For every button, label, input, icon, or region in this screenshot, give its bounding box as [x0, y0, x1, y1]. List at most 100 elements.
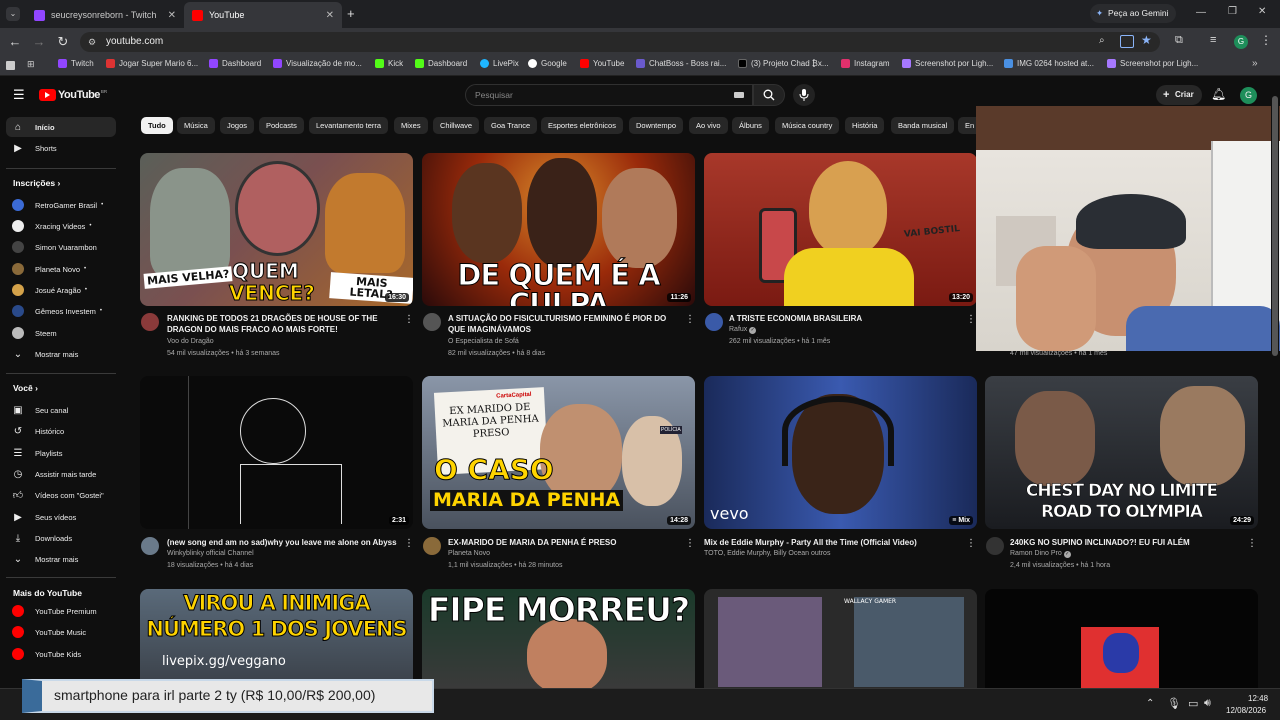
zoom-icon[interactable]: ⌕ [1099, 35, 1105, 46]
chip[interactable]: Jogos [220, 117, 255, 134]
close-icon[interactable]: ✕ [326, 10, 334, 21]
channel-avatar[interactable] [423, 537, 441, 555]
cast-icon[interactable] [1120, 35, 1134, 48]
channel-avatar[interactable] [423, 313, 441, 331]
bookmark-item[interactable]: Google [528, 59, 567, 68]
clock-time[interactable]: 12:48 [1248, 694, 1268, 703]
chip[interactable]: Tudo [141, 117, 173, 134]
channel-name[interactable]: Rafux ✓ [729, 326, 757, 334]
sidebar-item-watch-later[interactable]: ◷ Assistir mais tarde [6, 464, 116, 484]
video-thumbnail[interactable]: VAI BOSTIL 13:20 [704, 153, 977, 306]
you-header[interactable]: Você › [13, 383, 38, 393]
channel-avatar[interactable] [705, 313, 723, 331]
sidebar-item-subscription[interactable]: Xracing Videos • [6, 216, 116, 236]
sidebar-item-shorts[interactable]: ▶ Shorts [6, 138, 116, 158]
sidebar-item-playlists[interactable]: ☰ Playlists [6, 443, 116, 463]
sidebar-item-subscription[interactable]: Josué Aragão • [6, 280, 116, 300]
video-title[interactable]: RANKING DE TODOS 21 DRAGÕES DE HOUSE OF … [167, 313, 402, 335]
more-actions-icon[interactable]: ⋮ [1247, 538, 1257, 549]
page-scrollbar[interactable] [1271, 82, 1279, 686]
volume-icon[interactable]: 🔊︎ [1204, 697, 1211, 710]
back-icon[interactable]: ← [6, 33, 24, 51]
video-thumbnail[interactable]: DE QUEM É A CULPA 11:26 [422, 153, 695, 306]
channel-name[interactable]: TOTO, Eddie Murphy, Billy Ocean outros [704, 550, 830, 557]
system-tray-chevron-icon[interactable]: ⌃ [1146, 698, 1154, 709]
chip[interactable]: Mixes [394, 117, 428, 134]
sidebar-item-history[interactable]: ↺ Histórico [6, 421, 116, 441]
channel-name[interactable]: Voo do Dragão [167, 338, 214, 345]
menu-icon[interactable]: ⋮ [1260, 33, 1272, 47]
scrollbar-thumb[interactable] [1272, 96, 1278, 356]
video-thumbnail[interactable]: FIPE MORREU? [422, 589, 695, 688]
video-thumbnail[interactable]: CartaCapital EX MARIDO DE MARIA DA PENHA… [422, 376, 695, 529]
bookmark-item[interactable]: IMG 0264 hosted at... [1004, 59, 1094, 68]
sidebar-item-your-videos[interactable]: ▶ Seus vídeos [6, 507, 116, 527]
bookmark-item[interactable]: Screenshot por Ligh... [1107, 59, 1198, 68]
chip[interactable]: Podcasts [259, 117, 304, 134]
gemini-button[interactable]: ✦ Peça ao Gemini [1090, 4, 1177, 23]
chip[interactable]: Banda musical [891, 117, 955, 134]
url-field[interactable]: ⚙ youtube.com [80, 32, 1160, 52]
video-thumbnail[interactable]: CHEST DAY NO LIMITE ROAD TO OLYMPIA 24:2… [985, 376, 1258, 529]
sidebar-item-yt-music[interactable]: YouTube Music [6, 622, 116, 642]
more-actions-icon[interactable]: ⋮ [685, 314, 695, 325]
sidebar-item-subscription[interactable]: RetroGamer Brasil • [6, 195, 116, 215]
sidebar-item-your-channel[interactable]: ▣ Seu canal [6, 400, 116, 420]
video-title[interactable]: 240KG NO SUPINO INCLINADO?! EU FUI ALÉM [1010, 537, 1245, 548]
account-avatar[interactable]: G [1240, 87, 1257, 104]
tab-youtube[interactable]: YouTube ✕ [184, 2, 342, 28]
chip[interactable]: Chillwave [433, 117, 480, 134]
video-thumbnail[interactable]: WALLACY GAMER [704, 589, 977, 688]
channel-name[interactable]: O Especialista de Sofá [448, 338, 519, 345]
bookmark-item[interactable]: ChatBoss - Boss rai... [636, 59, 726, 68]
voice-search-button[interactable] [793, 84, 815, 106]
search-input[interactable]: Pesquisar [465, 84, 753, 106]
clock-date[interactable]: 12/08/2026 [1226, 706, 1266, 715]
chip[interactable]: Música country [775, 117, 840, 134]
bookmark-item[interactable]: Dashboard [415, 59, 467, 68]
extensions-icon[interactable]: ⧉ [1175, 34, 1183, 47]
more-actions-icon[interactable]: ⋮ [966, 314, 976, 325]
chip[interactable]: Levantamento terra [309, 117, 389, 134]
video-thumbnail[interactable] [985, 589, 1258, 688]
profile-avatar[interactable]: G [1234, 35, 1248, 49]
reload-icon[interactable]: ↻ [54, 33, 72, 51]
sidepanel-icon[interactable] [6, 61, 15, 70]
video-thumbnail[interactable]: MAIS VELHA? QUEM VENCE? MAIS LETAL? 16:3… [140, 153, 413, 306]
bookmark-item[interactable]: LivePix [480, 59, 519, 68]
bookmark-star-icon[interactable]: ★ [1141, 33, 1152, 47]
chip[interactable]: Música [177, 117, 215, 134]
bookmark-item[interactable]: Twitch [58, 59, 94, 68]
forward-icon[interactable]: → [30, 33, 48, 51]
sidebar-show-more[interactable]: ⌄ Mostrar mais [6, 344, 116, 364]
chip[interactable]: Álbuns [732, 117, 769, 134]
chip[interactable]: Downtempo [629, 117, 684, 134]
bookmark-item[interactable]: Dashboard [209, 59, 261, 68]
bookmark-item[interactable]: Jogar Super Mario 6... [106, 59, 198, 68]
site-info-icon[interactable]: ⚙ [88, 32, 96, 52]
microphone-icon[interactable]: 🎙︎ [1167, 697, 1181, 710]
more-actions-icon[interactable]: ⋮ [404, 314, 414, 325]
keyboard-icon[interactable] [734, 92, 744, 98]
channel-avatar[interactable] [141, 537, 159, 555]
channel-name[interactable]: Winkyblinky official Channel [167, 550, 254, 557]
youtube-logo[interactable]: YouTube BR [39, 89, 107, 101]
video-title[interactable]: A SITUAÇÃO DO FISICULTURISMO FEMININO É … [448, 313, 683, 335]
channel-name[interactable]: Ramon Dino Pro ✓ [1010, 550, 1071, 558]
minimize-button[interactable]: — [1196, 7, 1206, 18]
search-button[interactable] [753, 84, 785, 106]
tab-search-icon[interactable]: ⌄ [6, 7, 20, 21]
close-icon[interactable]: ✕ [168, 10, 176, 21]
close-window-button[interactable]: ✕ [1258, 6, 1266, 17]
video-thumbnail[interactable]: VIROU A INIMIGA NÚMERO 1 DOS JOVENS live… [140, 589, 413, 688]
video-title[interactable]: Mix de Eddie Murphy - Party All the Time… [704, 537, 939, 548]
channel-avatar[interactable] [986, 537, 1004, 555]
more-actions-icon[interactable]: ⋮ [404, 538, 414, 549]
sidebar-item-yt-premium[interactable]: YouTube Premium [6, 601, 116, 621]
video-title[interactable]: A TRISTE ECONOMIA BRASILEIRA [729, 313, 964, 324]
sidebar-item-yt-kids[interactable]: YouTube Kids [6, 644, 116, 664]
tab-twitch[interactable]: seucreysonreborn - Twitch ✕ [26, 2, 184, 28]
subscriptions-header[interactable]: Inscrições › [13, 178, 60, 188]
bookmark-item[interactable]: (3) Projeto Chad ₿x... [738, 59, 829, 68]
bookmark-item[interactable]: Visualização de mo... [273, 59, 362, 68]
